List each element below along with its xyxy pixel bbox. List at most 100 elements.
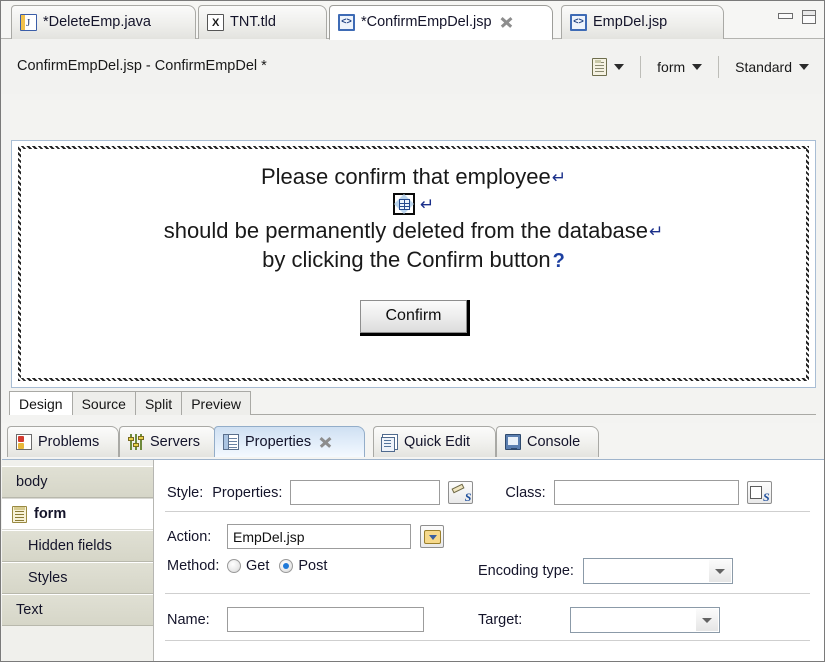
- method-row: Method: Get Post: [167, 558, 327, 574]
- document-outline-icon: [592, 58, 608, 76]
- pilcrow-icon: ↵: [551, 168, 567, 187]
- tab-properties[interactable]: Properties: [214, 426, 365, 457]
- close-icon[interactable]: [500, 16, 513, 29]
- edit-style-properties-icon[interactable]: S: [448, 481, 474, 504]
- chevron-down-icon: [799, 64, 809, 70]
- encoding-type-select[interactable]: [582, 558, 733, 584]
- element-selector-button[interactable]: form: [654, 53, 705, 81]
- canvas-line-3: by clicking the Confirm button?: [262, 245, 565, 274]
- properties-input[interactable]: [290, 480, 441, 505]
- method-get-label: Get: [246, 558, 270, 574]
- chevron-down-icon: [692, 64, 703, 70]
- canvas-line-2-text: should be permanently deleted from the d…: [163, 218, 649, 244]
- chevron-down-icon[interactable]: [708, 560, 731, 582]
- view-tab-label: Servers: [150, 434, 200, 450]
- editor-tab-deleteemp-java[interactable]: J *DeleteEmp.java: [11, 5, 196, 39]
- select-css-class-icon[interactable]: S: [746, 481, 772, 504]
- java-file-icon: J: [20, 14, 37, 31]
- design-canvas[interactable]: Please confirm that employee↵ ↵ should b…: [11, 140, 816, 388]
- document-outline-button[interactable]: [589, 53, 627, 81]
- class-input[interactable]: [553, 480, 739, 505]
- style-label: Style:: [167, 484, 204, 501]
- problems-icon: [16, 434, 32, 450]
- sidebar-item-styles[interactable]: Styles: [2, 562, 153, 594]
- chevron-down-icon: [614, 64, 625, 70]
- method-label: Method:: [167, 558, 220, 574]
- view-tab-label: Console: [527, 434, 581, 450]
- view-tab-label: Quick Edit: [404, 434, 471, 450]
- selection-handle-right: [466, 300, 470, 337]
- tld-icon-glyph: X: [212, 17, 220, 29]
- form-element-outline[interactable]: Please confirm that employee↵ ↵ should b…: [18, 146, 809, 381]
- tab-design[interactable]: Design: [9, 391, 73, 415]
- chevron-down-icon[interactable]: [696, 609, 719, 631]
- tab-preview[interactable]: Preview: [181, 391, 251, 415]
- console-icon: [505, 434, 521, 450]
- canvas-line-2: should be permanently deleted from the d…: [164, 216, 664, 245]
- maximize-icon[interactable]: [802, 10, 816, 24]
- jsp-tag-placeholder-icon[interactable]: [392, 193, 415, 216]
- method-post-radio[interactable]: [279, 559, 294, 573]
- encoding-type-row: Encoding type:: [478, 558, 733, 584]
- canvas-line-1-text: Please confirm that employee: [260, 164, 551, 189]
- target-select[interactable]: [570, 607, 721, 633]
- sidebar-item-label: Text: [16, 602, 43, 618]
- properties-label: Properties:: [212, 484, 283, 501]
- close-icon[interactable]: [319, 436, 332, 449]
- minimize-icon[interactable]: [778, 10, 793, 21]
- sidebar-item-form[interactable]: form: [2, 498, 153, 530]
- editor-tab-empdel-jsp[interactable]: <> EmpDel.jsp: [561, 5, 724, 39]
- style-selector-button[interactable]: Standard: [732, 53, 812, 81]
- tab-source[interactable]: Source: [71, 391, 136, 415]
- toolbar-divider: [718, 56, 720, 78]
- sidebar-item-label: Styles: [28, 570, 68, 586]
- toolbar-divider: [640, 56, 642, 78]
- view-tab-label: Properties: [245, 434, 312, 450]
- sidebar-item-body[interactable]: body: [2, 466, 153, 498]
- action-label: Action:: [167, 528, 212, 545]
- action-input[interactable]: [227, 524, 411, 549]
- editor-window-controls: [778, 10, 816, 24]
- pilcrow-icon: ↵: [649, 222, 664, 242]
- properties-icon: [223, 434, 239, 450]
- class-label: Class:: [505, 484, 546, 501]
- editor-tab-label: *ConfirmEmpDel.jsp: [361, 14, 492, 31]
- browse-folder-icon[interactable]: [420, 525, 444, 548]
- method-post-label: Post: [298, 558, 328, 574]
- action-row: Action:: [167, 524, 444, 549]
- name-label: Name:: [167, 611, 210, 628]
- properties-sidebar: body form Hidden fields Styles Text: [2, 460, 154, 661]
- editor-tab-bar: J *DeleteEmp.java X TNT.tld <> *ConfirmE…: [1, 1, 824, 40]
- editor-tab-tnt-tld[interactable]: X TNT.tld: [198, 5, 327, 39]
- quick-edit-icon: [381, 434, 398, 452]
- tab-servers[interactable]: Servers: [119, 426, 216, 457]
- page-title: ConfirmEmpDel.jsp - ConfirmEmpDel *: [17, 58, 267, 74]
- sidebar-item-hidden-fields[interactable]: Hidden fields: [2, 530, 153, 562]
- target-row: Target:: [478, 607, 721, 633]
- tag-placeholder-grid-icon: [398, 199, 410, 211]
- sidebar-item-label: form: [34, 506, 67, 522]
- tab-split[interactable]: Split: [134, 391, 183, 415]
- jsp-tag-placeholder-row: ↵: [392, 193, 435, 216]
- sidebar-item-label: Hidden fields: [28, 538, 112, 554]
- editor-header-bar: ConfirmEmpDel.jsp - ConfirmEmpDel * form…: [1, 39, 824, 94]
- tab-console[interactable]: Console: [496, 426, 599, 457]
- pilcrow-icon: ↵: [419, 195, 435, 215]
- element-selector-label: form: [657, 59, 686, 75]
- method-get-radio[interactable]: [227, 559, 241, 573]
- section-divider: [165, 640, 810, 641]
- java-icon-glyph: J: [26, 17, 31, 29]
- confirm-button[interactable]: Confirm: [360, 300, 467, 334]
- style-properties-row: Style: Properties: S Class: S: [167, 480, 772, 505]
- form-content: Please confirm that employee↵ ↵ should b…: [21, 149, 806, 378]
- name-input[interactable]: [227, 607, 424, 632]
- eclipse-window: J *DeleteEmp.java X TNT.tld <> *ConfirmE…: [0, 0, 825, 662]
- tab-problems[interactable]: Problems: [7, 426, 119, 457]
- tab-quick-edit[interactable]: Quick Edit: [373, 426, 496, 457]
- style-selector-label: Standard: [735, 59, 792, 75]
- section-divider: [165, 511, 810, 512]
- editor-tab-confirmempdel-jsp[interactable]: <> *ConfirmEmpDel.jsp: [329, 5, 553, 40]
- editor-mode-tabs: Design Source Split Preview: [9, 391, 251, 415]
- sidebar-item-text[interactable]: Text: [2, 594, 153, 626]
- jsp-icon-glyph: <>: [573, 16, 584, 26]
